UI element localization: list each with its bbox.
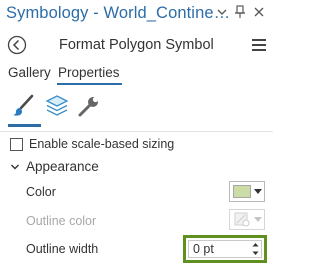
pane-header: Format Polygon Symbol bbox=[0, 32, 273, 60]
outline-width-label: Outline width bbox=[26, 242, 99, 256]
outline-width-spinner bbox=[249, 240, 262, 258]
tab-properties[interactable]: Properties bbox=[58, 65, 120, 80]
color-swatch bbox=[233, 185, 251, 198]
pin-icon[interactable] bbox=[233, 4, 247, 20]
chevron-down-icon[interactable] bbox=[215, 4, 229, 20]
property-subtabs bbox=[0, 90, 273, 130]
pane-title-bar: Symbology - World_Contine… bbox=[0, 0, 273, 30]
dropdown-arrow-icon bbox=[254, 188, 262, 195]
appearance-label: Appearance bbox=[26, 159, 99, 174]
layers-icon[interactable] bbox=[44, 93, 70, 119]
scale-sizing-checkbox[interactable] bbox=[10, 138, 23, 151]
dropdown-arrow-icon bbox=[254, 216, 262, 223]
back-arrow-icon[interactable] bbox=[7, 35, 27, 55]
spin-down-icon[interactable] bbox=[249, 249, 262, 258]
close-icon[interactable] bbox=[252, 4, 266, 20]
paintbrush-icon[interactable] bbox=[10, 93, 36, 119]
wrench-icon[interactable] bbox=[76, 93, 102, 119]
tab-gallery[interactable]: Gallery bbox=[8, 65, 51, 80]
outline-width-highlight bbox=[183, 235, 267, 263]
subtab-selected-indicator bbox=[8, 124, 41, 127]
color-picker-button[interactable] bbox=[229, 181, 265, 202]
divider bbox=[0, 131, 273, 132]
tab-selected-indicator bbox=[57, 83, 122, 85]
color-label: Color bbox=[26, 185, 56, 199]
tab-bar: Gallery Properties bbox=[0, 63, 273, 87]
scale-sizing-label: Enable scale-based sizing bbox=[29, 137, 175, 151]
spin-up-icon[interactable] bbox=[249, 240, 262, 249]
page-title: Format Polygon Symbol bbox=[59, 37, 214, 53]
outline-color-picker-button[interactable] bbox=[229, 209, 265, 230]
chevron-expanded-icon[interactable] bbox=[10, 162, 20, 172]
pane-title: Symbology - World_Contine… bbox=[6, 4, 231, 22]
format-symbol-pane: Symbology - World_Contine… Format Polygo… bbox=[0, 0, 273, 268]
no-color-icon bbox=[232, 211, 252, 228]
outline-color-label: Outline color bbox=[26, 214, 97, 228]
hamburger-menu-icon[interactable] bbox=[252, 39, 266, 51]
